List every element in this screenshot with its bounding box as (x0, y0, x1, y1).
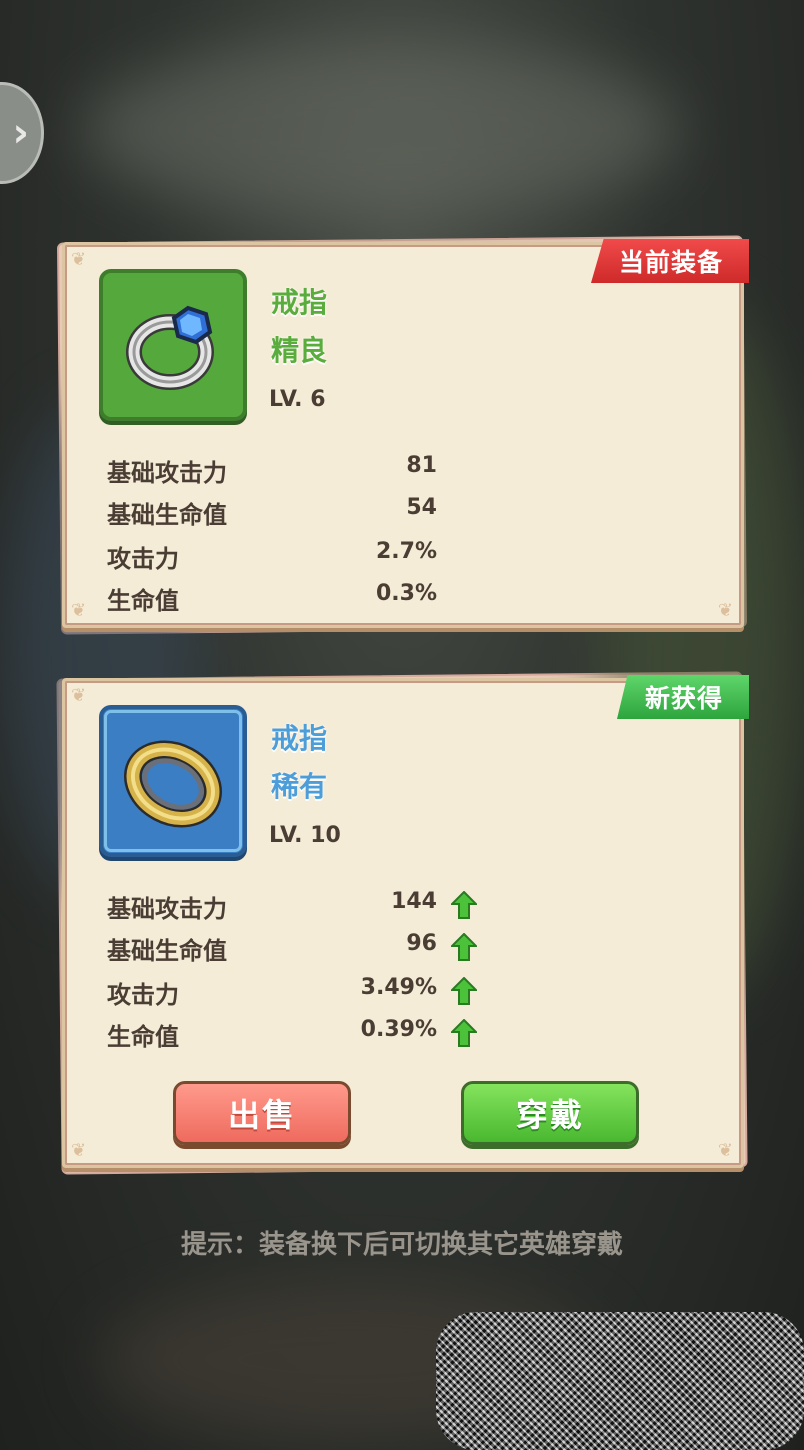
stat-label: 生命值 (107, 1023, 179, 1051)
stat-row: 攻击力 3.49% (107, 975, 477, 1011)
stat-row: 生命值 0.3% (107, 581, 477, 617)
arrow-up-icon (451, 933, 477, 961)
arrow-up-icon (451, 977, 477, 1005)
stat-label: 基础生命值 (107, 937, 227, 965)
new-item-card: ❦ ❦ ❦ 新获得 戒指 稀有 LV. 10 基础攻击力 144 基础生命值 9… (62, 675, 749, 1168)
item-quality: 精良 (271, 334, 328, 367)
stat-label: 基础攻击力 (107, 459, 227, 487)
chevron-right-icon: › (12, 110, 29, 156)
stat-row: 攻击力 2.7% (107, 539, 477, 575)
expand-arrow-button[interactable]: › (0, 82, 44, 184)
item-level: LV. 10 (269, 823, 341, 848)
item-type: 戒指 (271, 286, 328, 319)
hint-text: 提示：装备换下后可切换其它英雄穿戴 (180, 1230, 623, 1260)
stat-value: 0.3% (375, 581, 437, 606)
stat-row: 基础生命值 54 (107, 495, 477, 531)
current-equipment-card: ❦ ❦ ❦ 当前装备 戒指 精良 LV. 6 基础攻击力 81 基础生命值 54… (62, 239, 749, 628)
arrow-up-icon (451, 1019, 477, 1047)
stat-row: 生命值 0.39% (107, 1017, 477, 1053)
stat-value: 54 (406, 495, 437, 520)
stat-value: 96 (406, 931, 437, 956)
stat-row: 基础攻击力 144 (107, 889, 477, 925)
stat-value: 0.39% (360, 1017, 437, 1042)
current-equipment-badge: 当前装备 (590, 239, 749, 283)
corner-ornament: ❦ (71, 600, 87, 621)
ring-blue-gem-icon (126, 305, 214, 390)
wear-button[interactable]: 穿戴 (461, 1081, 639, 1145)
stat-label: 基础生命值 (107, 501, 227, 529)
item-quality: 稀有 (271, 770, 328, 803)
stat-value: 81 (406, 453, 437, 478)
stat-label: 基础攻击力 (107, 895, 227, 923)
stat-label: 攻击力 (107, 981, 179, 1009)
corner-ornament: ❦ (71, 249, 87, 270)
stat-value: 2.7% (375, 539, 437, 564)
stat-label: 攻击力 (107, 545, 179, 573)
stat-row: 基础攻击力 81 (107, 453, 477, 489)
sell-button[interactable]: 出售 (173, 1081, 351, 1145)
ring-gold-band-icon (123, 740, 223, 828)
corner-ornament: ❦ (71, 1140, 87, 1161)
background-blur (80, 40, 680, 220)
stat-value: 144 (391, 889, 437, 914)
item-icon-frame[interactable] (99, 269, 247, 421)
arrow-up-icon (451, 891, 477, 919)
stat-label: 生命值 (107, 587, 179, 615)
corner-ornament: ❦ (717, 1140, 733, 1161)
stat-row: 基础生命值 96 (107, 931, 477, 967)
item-icon-frame[interactable] (99, 705, 247, 857)
obscured-region (436, 1312, 804, 1450)
corner-ornament: ❦ (71, 685, 87, 706)
corner-ornament: ❦ (717, 600, 733, 621)
item-type: 戒指 (271, 722, 328, 755)
stat-value: 3.49% (360, 975, 437, 1000)
item-level: LV. 6 (269, 387, 326, 412)
new-item-badge: 新获得 (616, 675, 749, 719)
